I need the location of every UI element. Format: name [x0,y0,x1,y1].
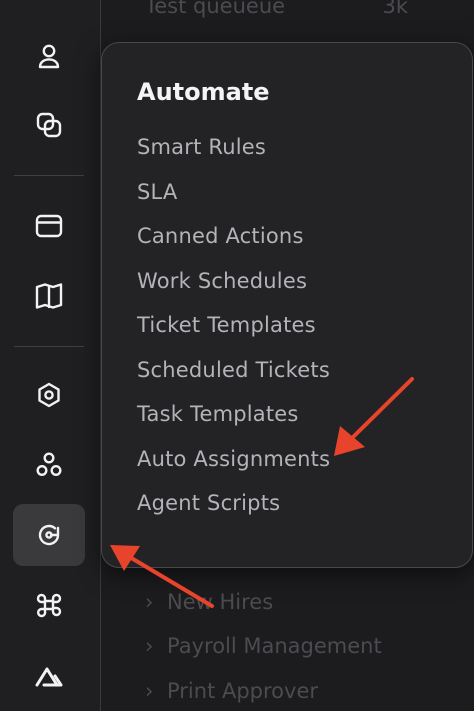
menu-item-canned-actions[interactable]: Canned Actions [137,224,304,248]
queue-row[interactable]: Test queueue [145,0,285,18]
rail-user-button[interactable] [13,25,85,87]
queue-name: Test queueue [145,0,286,18]
chevron-right-icon: › [145,590,154,614]
rail-divider [14,175,84,176]
tree-item-label: Print Approver [167,679,319,703]
rail-automate-button[interactable] [13,504,85,566]
chevron-right-icon: › [145,634,154,658]
rail-logo-button[interactable] [13,645,85,707]
rail-overlap-button[interactable] [13,94,85,156]
rail-settings-button[interactable] [13,365,85,427]
tree-item-label: New Hires [167,590,274,614]
tree-item[interactable]: › New Hires [145,590,273,614]
rail-divider [14,346,84,347]
icon-rail [0,0,101,711]
menu-item-work-schedules[interactable]: Work Schedules [137,269,307,293]
tree-item[interactable]: › Payroll Management [145,634,382,658]
menu-item-agent-scripts[interactable]: Agent Scripts [137,491,280,515]
menu-item-auto-assignments[interactable]: Auto Assignments [137,447,330,471]
browser-window-icon [35,214,63,238]
queue-count: 3k [382,0,408,18]
gear-icon [38,382,60,408]
automate-popover: Automate Smart Rules SLA Canned Actions … [101,42,473,568]
command-icon [36,593,62,618]
chevron-right-icon: › [145,679,154,703]
rail-groups-button[interactable] [13,434,85,496]
rail-command-button[interactable] [13,574,85,636]
menu-item-smart-rules[interactable]: Smart Rules [137,135,266,159]
popover-title: Automate [137,78,270,106]
rail-book-button[interactable] [13,265,85,327]
overlap-squares-icon [36,112,62,138]
app-root: Test queueue 3k › New Hires › Payroll Mana… [0,0,474,711]
menu-item-task-templates[interactable]: Task Templates [137,402,299,426]
three-circles-icon [36,452,62,477]
menu-item-scheduled-tickets[interactable]: Scheduled Tickets [137,358,330,382]
tree-item-label: Payroll Management [167,634,382,658]
menu-item-ticket-templates[interactable]: Ticket Templates [137,313,316,337]
automate-icon [38,524,60,546]
book-icon [35,283,63,309]
menu-item-sla[interactable]: SLA [137,180,177,204]
user-icon [38,44,60,69]
tree-item[interactable]: › Print Approver [145,679,318,703]
rail-window-button[interactable] [13,195,85,257]
logo-icon [35,667,63,687]
